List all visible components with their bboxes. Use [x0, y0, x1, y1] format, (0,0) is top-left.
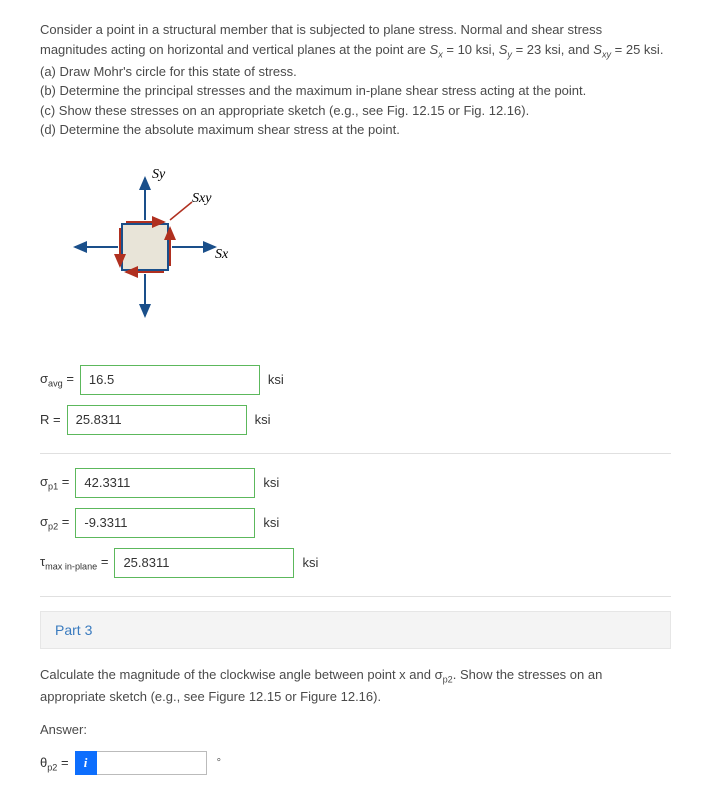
- part-b: (b) Determine the principal stresses and…: [40, 83, 586, 98]
- degree-symbol: °: [217, 757, 221, 769]
- sxy-var: Sxy: [593, 42, 611, 57]
- r-label: R =: [40, 412, 61, 427]
- sx-label: Sx: [215, 247, 229, 262]
- sy-label: Sy: [152, 167, 166, 182]
- sxy-label: Sxy: [192, 191, 212, 206]
- part-a: (a) Draw Mohr's circle for this state of…: [40, 64, 297, 79]
- problem-statement: Consider a point in a structural member …: [40, 20, 671, 140]
- tmax-label: τmax in-plane =: [40, 554, 108, 572]
- unit-ksi: ksi: [255, 412, 271, 427]
- unit-ksi: ksi: [263, 475, 279, 490]
- unit-ksi: ksi: [268, 372, 284, 387]
- hint-button[interactable]: i: [75, 751, 97, 775]
- theta-input[interactable]: [97, 751, 207, 775]
- part3-header: Part 3: [40, 611, 671, 649]
- sigma-avg-label: σavg =: [40, 371, 74, 389]
- part3-instruction: Calculate the magnitude of the clockwise…: [40, 665, 671, 707]
- theta-row: θp2 = i °: [40, 751, 671, 775]
- stress-diagram: Sy Sx Sxy: [40, 164, 671, 337]
- sigma-p1-label: σp1 =: [40, 474, 69, 492]
- sigma-p1-input[interactable]: [75, 468, 255, 498]
- theta-label: θp2 =: [40, 755, 69, 773]
- part3-title: Part 3: [55, 622, 92, 638]
- answer-block-2: σp1 = ksi σp2 = ksi τmax in-plane = ksi: [40, 468, 671, 578]
- part-d: (d) Determine the absolute maximum shear…: [40, 122, 400, 137]
- sigma-p2-input[interactable]: [75, 508, 255, 538]
- tmax-input[interactable]: [114, 548, 294, 578]
- unit-ksi: ksi: [263, 515, 279, 530]
- r-input[interactable]: [67, 405, 247, 435]
- answer-block-1: σavg = ksi R = ksi: [40, 365, 671, 435]
- sy-var: Sy: [499, 42, 512, 57]
- sx-var: Sx: [430, 42, 443, 57]
- sigma-avg-input[interactable]: [80, 365, 260, 395]
- sigma-p2-label: σp2 =: [40, 514, 69, 532]
- unit-ksi: ksi: [302, 555, 318, 570]
- divider: [40, 453, 671, 454]
- part-c: (c) Show these stresses on an appropriat…: [40, 103, 529, 118]
- divider: [40, 596, 671, 597]
